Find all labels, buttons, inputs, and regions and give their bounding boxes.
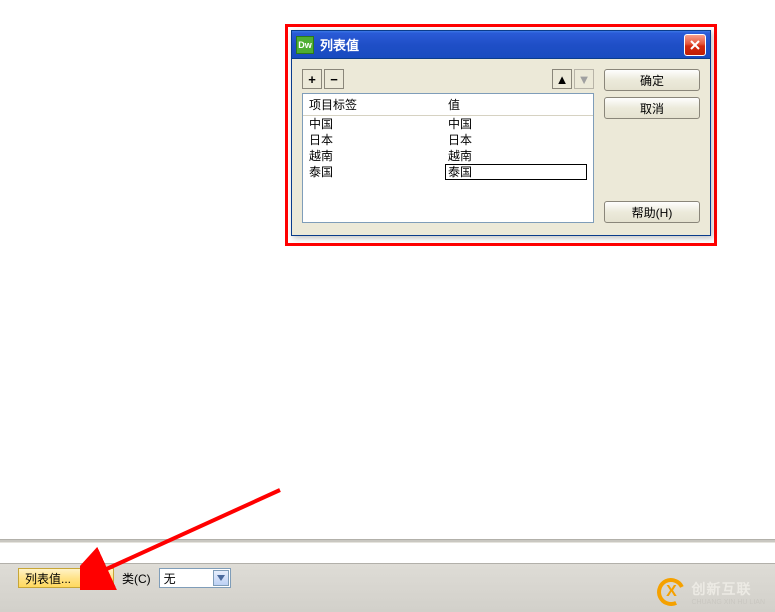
- cell-label[interactable]: 日本: [309, 132, 448, 148]
- help-button[interactable]: 帮助(H): [604, 201, 700, 223]
- list-row[interactable]: 中国 中国: [303, 116, 593, 132]
- column-header-value: 值: [448, 96, 587, 113]
- list-panel[interactable]: 项目标签 值 中国 中国 日本 日本 越南 越南: [302, 93, 594, 223]
- cell-value[interactable]: 中国: [448, 116, 587, 132]
- cell-label[interactable]: 越南: [309, 148, 448, 164]
- app-badge-icon: Dw: [296, 36, 314, 54]
- cell-label[interactable]: 中国: [309, 116, 448, 132]
- cell-value-editing[interactable]: 泰国: [445, 164, 587, 180]
- brand-name: 创新互联: [691, 581, 751, 597]
- dialog-titlebar[interactable]: Dw 列表值: [292, 31, 710, 59]
- list-row[interactable]: 越南 越南: [303, 148, 593, 164]
- class-select[interactable]: 无: [159, 568, 231, 588]
- move-down-button[interactable]: ▼: [574, 69, 594, 89]
- cell-value[interactable]: 越南: [448, 148, 587, 164]
- brand-logo-icon: X: [657, 578, 685, 606]
- ok-button[interactable]: 确定: [604, 69, 700, 91]
- class-select-value: 无: [164, 570, 176, 587]
- list-row[interactable]: 日本 日本: [303, 132, 593, 148]
- cancel-button[interactable]: 取消: [604, 97, 700, 119]
- chevron-down-icon: [213, 570, 229, 586]
- statusbar-separator: [0, 539, 775, 543]
- cell-label[interactable]: 泰国: [309, 164, 445, 180]
- cell-value[interactable]: 日本: [448, 132, 587, 148]
- property-bar: 列表值... 类(C) 无 X 创新互联 CHUANG XIN HU LIAN: [0, 563, 775, 612]
- dialog-title: 列表值: [320, 35, 684, 54]
- dialog-body: + − ▲ ▼ 项目标签 值 中国 中国 日本 日: [292, 59, 710, 235]
- close-icon: [690, 40, 700, 50]
- list-header: 项目标签 值: [303, 94, 593, 116]
- remove-item-button[interactable]: −: [324, 69, 344, 89]
- add-item-button[interactable]: +: [302, 69, 322, 89]
- close-button[interactable]: [684, 34, 706, 56]
- move-up-button[interactable]: ▲: [552, 69, 572, 89]
- brand-subtitle: CHUANG XIN HU LIAN: [691, 599, 765, 606]
- list-editor-column: + − ▲ ▼ 项目标签 值 中国 中国 日本 日: [302, 69, 594, 223]
- column-header-label: 项目标签: [309, 96, 448, 113]
- button-gap: [604, 125, 700, 195]
- list-values-button[interactable]: 列表值...: [18, 568, 114, 588]
- list-toolbar: + − ▲ ▼: [302, 69, 594, 89]
- class-label: 类(C): [122, 570, 151, 587]
- list-rows: 中国 中国 日本 日本 越南 越南 泰国 泰国: [303, 116, 593, 180]
- list-values-dialog: Dw 列表值 + − ▲ ▼ 项目标签 值: [291, 30, 711, 236]
- property-row: 列表值... 类(C) 无: [18, 568, 231, 588]
- brand-watermark: X 创新互联 CHUANG XIN HU LIAN: [657, 578, 765, 606]
- brand-text-wrap: 创新互联 CHUANG XIN HU LIAN: [691, 579, 765, 606]
- list-row[interactable]: 泰国 泰国: [303, 164, 593, 180]
- dialog-button-column: 确定 取消 帮助(H): [604, 69, 700, 223]
